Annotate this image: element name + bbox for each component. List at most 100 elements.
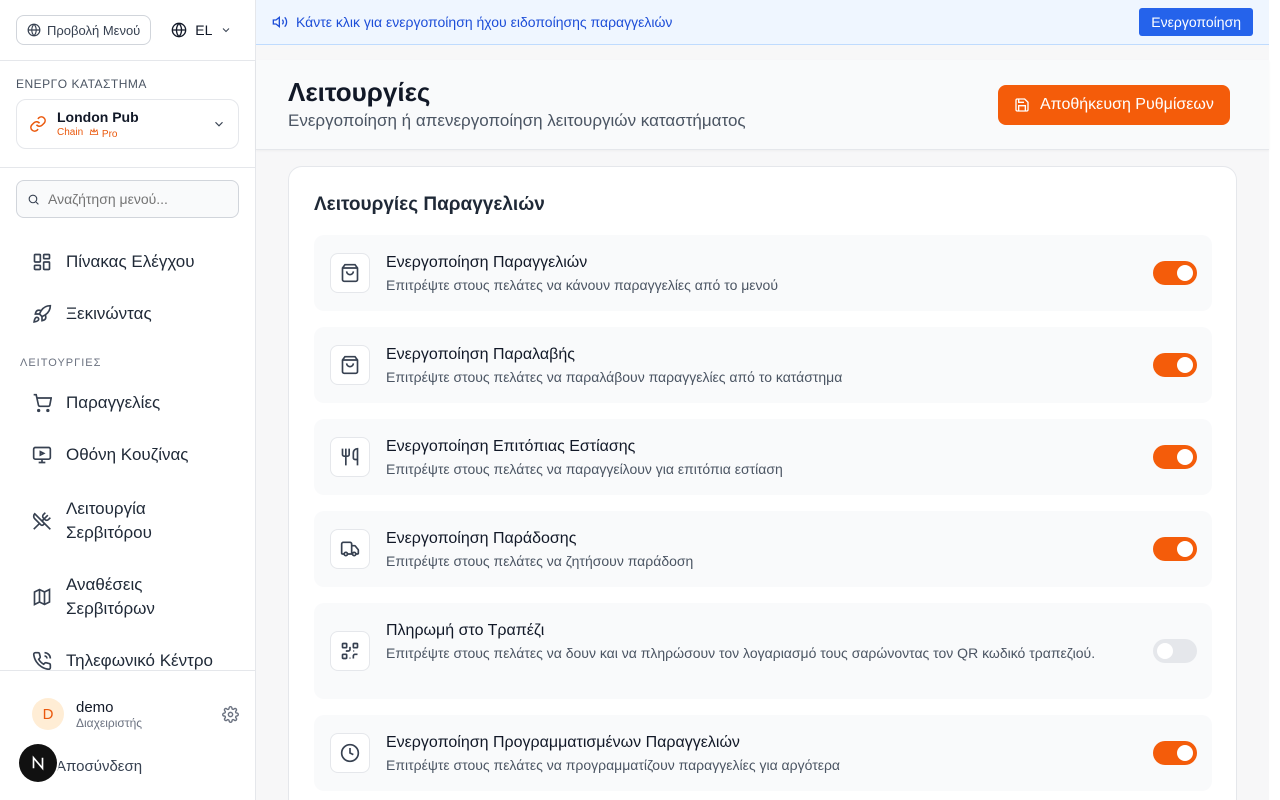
language-label: EL xyxy=(195,22,213,38)
rocket-icon xyxy=(33,304,52,323)
feature-icon-box xyxy=(330,733,370,773)
feature-icon-box xyxy=(330,631,370,671)
user-info: demo Διαχειριστής xyxy=(76,699,142,730)
feature-title: Πληρωμή στο Τραπέζι xyxy=(386,622,545,639)
nav-label: Αναθέσεις Σερβιτόρων xyxy=(66,575,155,618)
search-input[interactable] xyxy=(48,191,228,207)
language-selector[interactable]: EL xyxy=(171,22,232,38)
store-info: London Pub Chain Pro xyxy=(57,109,139,140)
save-settings-label: Αποθήκευση Ρυθμίσεων xyxy=(1040,96,1214,113)
save-settings-button[interactable]: Αποθήκευση Ρυθμίσεων xyxy=(998,85,1230,125)
avatar: D xyxy=(32,698,64,730)
truck-icon xyxy=(340,541,360,557)
page-header: Λειτουργίες Ενεργοποίηση ή απενεργοποίησ… xyxy=(256,60,1269,150)
clock-icon xyxy=(340,743,360,763)
view-menu-label: Προβολή Μενού xyxy=(47,22,141,38)
phone-icon xyxy=(32,651,52,671)
feature-toggle[interactable] xyxy=(1153,353,1197,377)
order-features-card: Λειτουργίες Παραγγελιών Ενεργοποίηση Παρ… xyxy=(288,166,1237,800)
nav-item-waiter-assignments[interactable]: Αναθέσεις Σερβιτόρων xyxy=(0,558,255,636)
feature-row-delivery: Ενεργοποίηση Παράδοσης Επιτρέψτε στους π… xyxy=(314,511,1212,587)
menu-search xyxy=(16,180,239,218)
crown-icon xyxy=(89,127,99,135)
toggle-knob xyxy=(1177,265,1193,281)
nav-label: Τηλεφωνικό Κέντρο xyxy=(66,651,213,670)
toggle-knob xyxy=(1177,357,1193,373)
store-name: London Pub xyxy=(57,108,139,125)
link-icon xyxy=(30,116,46,132)
dashboard-icon xyxy=(33,253,51,271)
nav-item-dashboard[interactable]: Πίνακας Ελέγχου xyxy=(0,236,255,288)
enable-sound-button[interactable]: Ενεργοποίηση xyxy=(1139,8,1253,36)
nav-label: Ξεκινώντας xyxy=(66,304,152,323)
user-role: Διαχειριστής xyxy=(76,715,143,730)
n-badge-button[interactable] xyxy=(19,744,57,782)
chevron-down-icon xyxy=(223,28,230,33)
feature-title: Ενεργοποίηση Παραγγελιών xyxy=(386,254,588,271)
sidebar-nav: Πίνακας Ελέγχου Ξεκινώντας ΛΕΙΤΟΥΡΓΙΕΣ Π… xyxy=(0,236,255,686)
feature-title: Ενεργοποίηση Παραλαβής xyxy=(386,346,575,363)
save-icon xyxy=(1015,98,1029,112)
shopping-bag-icon xyxy=(341,355,359,375)
feature-title: Ενεργοποίηση Παράδοσης xyxy=(386,530,577,547)
feature-title: Ενεργοποίηση Προγραμματισμένων Παραγγελι… xyxy=(386,734,740,751)
store-tag-pro-label: Pro xyxy=(101,128,118,140)
utensils-icon xyxy=(341,447,359,466)
view-menu-button[interactable]: Προβολή Μενού xyxy=(16,15,152,45)
nav-item-waiter-mode[interactable]: Λειτουργία Σερβιτόρου xyxy=(0,484,255,558)
search-icon xyxy=(28,194,39,205)
feature-row-orders: Ενεργοποίηση Παραγγελιών Επιτρέψτε στους… xyxy=(314,235,1212,311)
feature-row-pay-at-table: Πληρωμή στο Τραπέζι Επιτρέψτε στους πελά… xyxy=(314,603,1212,699)
feature-icon-box xyxy=(330,529,370,569)
globe-icon xyxy=(171,22,187,38)
store-tag-chain: Chain xyxy=(57,126,84,138)
store-tag-pro: Pro xyxy=(89,127,117,140)
logout-button[interactable]: Αποσύνδεση xyxy=(56,758,142,775)
map-icon xyxy=(33,588,51,606)
page-subtitle: Ενεργοποίηση ή απενεργοποίηση λειτουργιώ… xyxy=(288,111,746,130)
feature-desc: Επιτρέψτε στους πελάτες να παραλάβουν πα… xyxy=(386,369,843,385)
feature-desc: Επιτρέψτε στους πελάτες να δουν και να π… xyxy=(386,645,1096,661)
gear-icon[interactable] xyxy=(222,705,239,723)
nav-item-kitchen-display[interactable]: Οθόνη Κουζίνας xyxy=(0,426,255,484)
active-store-label: ΕΝΕΡΓΟ ΚΑΤΑΣΤΗΜΑ xyxy=(16,77,147,91)
globe-icon xyxy=(27,23,41,37)
nav-label: Πίνακας Ελέγχου xyxy=(66,252,195,271)
n-logo-icon xyxy=(32,755,44,771)
toggle-knob xyxy=(1177,541,1193,557)
toggle-knob xyxy=(1177,449,1193,465)
page-scrollbar[interactable] xyxy=(1269,0,1280,800)
nav-item-getting-started[interactable]: Ξεκινώντας xyxy=(0,288,255,340)
feature-toggle[interactable] xyxy=(1153,261,1197,285)
nav-item-orders[interactable]: Παραγγελίες xyxy=(0,380,255,426)
toggle-knob xyxy=(1177,745,1193,761)
user-name: demo xyxy=(76,698,114,716)
feature-icon-box xyxy=(330,437,370,477)
nav-section-label: ΛΕΙΤΟΥΡΓΙΕΣ xyxy=(20,357,102,369)
cart-icon xyxy=(33,393,52,413)
shopping-bag-icon xyxy=(341,263,359,283)
feature-desc: Επιτρέψτε στους πελάτες να κάνουν παραγγ… xyxy=(386,277,778,293)
feature-desc: Επιτρέψτε στους πελάτες να προγραμματίζο… xyxy=(386,757,841,773)
feature-desc: Επιτρέψτε στους πελάτες να ζητήσουν παρά… xyxy=(386,553,694,569)
banner-text: Κάντε κλικ για ενεργοποίηση ήχου ειδοποί… xyxy=(296,14,673,30)
feature-toggle[interactable] xyxy=(1153,445,1197,469)
monitor-icon xyxy=(32,446,52,464)
store-tags: Chain Pro xyxy=(57,127,139,140)
qr-code-icon xyxy=(341,642,359,660)
feature-toggle[interactable] xyxy=(1153,741,1197,765)
utensils-crossed-icon xyxy=(32,512,51,530)
sound-notification-banner: Κάντε κλικ για ενεργοποίηση ήχου ειδοποί… xyxy=(256,0,1269,45)
nav-label: Οθόνη Κουζίνας xyxy=(66,445,189,464)
chevron-down-icon xyxy=(215,121,223,127)
store-selector[interactable]: London Pub Chain Pro xyxy=(16,99,239,149)
sidebar: Προβολή Μενού EL ΕΝΕΡΓΟ ΚΑΤΑΣΤΗΜΑ London… xyxy=(0,0,256,800)
feature-toggle[interactable] xyxy=(1153,639,1197,663)
sidebar-top: Προβολή Μενού EL xyxy=(0,0,255,61)
feature-row-dine-in: Ενεργοποίηση Επιτόπιας Εστίασης Επιτρέψτ… xyxy=(314,419,1212,495)
nav-label: Λειτουργία Σερβιτόρου xyxy=(66,499,152,542)
feature-icon-box xyxy=(330,253,370,293)
volume-icon xyxy=(272,15,288,29)
feature-desc: Επιτρέψτε στους πελάτες να παραγγείλουν … xyxy=(386,461,783,477)
feature-toggle[interactable] xyxy=(1153,537,1197,561)
